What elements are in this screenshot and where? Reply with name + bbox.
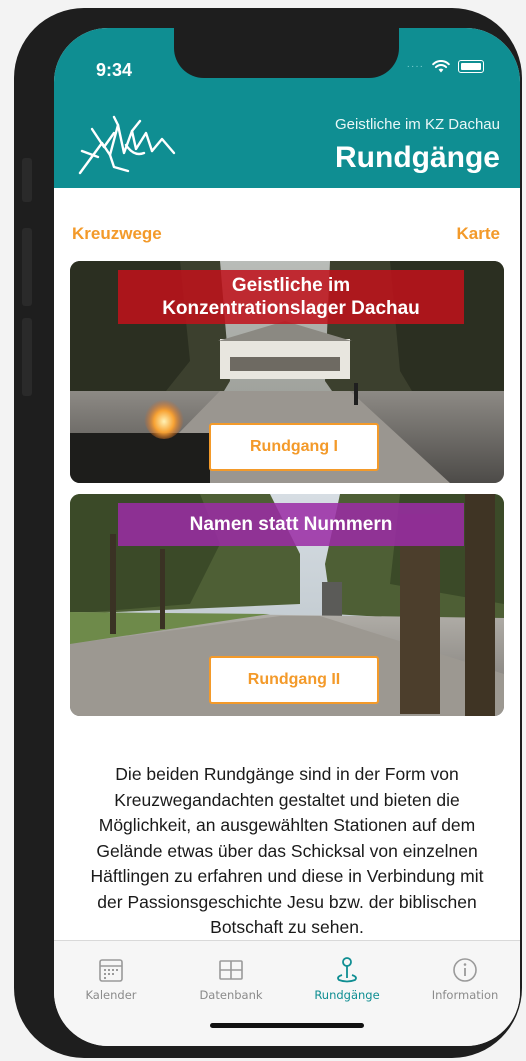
tour-1-banner: Geistliche im Konzentrationslager Dachau (118, 270, 464, 324)
description-text: Die beiden Rundgänge sind in der Form vo… (90, 764, 484, 937)
table-icon (219, 960, 243, 980)
info-icon (453, 958, 477, 982)
screen: 9:34 ···· Geistliche im KZ Dachau Rundgä… (54, 28, 520, 1046)
notch (174, 28, 399, 78)
volume-up-button (22, 228, 32, 306)
tab-kalender-label: Kalender (85, 988, 137, 1002)
battery-icon (458, 60, 484, 73)
logo-icon (78, 115, 176, 175)
status-icons: ···· (407, 60, 484, 73)
rundgang-2-button[interactable]: Rundgang II (209, 656, 379, 704)
home-indicator[interactable] (210, 1023, 364, 1028)
tab-rundgaenge-label: Rundgänge (314, 988, 380, 1002)
tab-rundgaenge[interactable]: Rundgänge (292, 955, 402, 1002)
tour-1-title-line2: Konzentrationslager Dachau (162, 298, 420, 319)
tour-card-1[interactable]: Geistliche im Konzentrationslager Dachau… (70, 261, 504, 483)
signal-icon: ···· (406, 61, 424, 72)
header-subtitle: Geistliche im KZ Dachau (334, 116, 500, 133)
volume-down-button (22, 318, 32, 396)
calendar-icon (99, 959, 123, 982)
tab-information[interactable]: Information (410, 955, 520, 1002)
tab-information-label: Information (431, 988, 499, 1002)
tab-bar: Kalender Datenbank Rundgänge Information (54, 940, 520, 1046)
tour-2-banner: Namen statt Nummern (118, 503, 464, 546)
kreuzwege-link[interactable]: Kreuzwege (72, 224, 162, 244)
tab-kalender[interactable]: Kalender (56, 955, 166, 1002)
status-time: 9:34 (96, 60, 133, 80)
mute-switch (22, 158, 32, 202)
page-title: Rundgänge (335, 141, 500, 174)
map-pin-icon (337, 957, 357, 983)
tab-datenbank[interactable]: Datenbank (176, 955, 286, 1002)
top-links: Kreuzwege Karte (54, 224, 520, 248)
tour-card-2[interactable]: Namen statt Nummern Rundgang II (70, 494, 504, 716)
wifi-icon (432, 60, 450, 73)
phone-frame: 9:34 ···· Geistliche im KZ Dachau Rundgä… (14, 8, 522, 1058)
rundgang-1-button[interactable]: Rundgang I (209, 423, 379, 471)
karte-link[interactable]: Karte (457, 224, 500, 244)
tab-datenbank-label: Datenbank (199, 988, 263, 1002)
tour-2-title: Namen statt Nummern (189, 514, 393, 535)
tour-1-title-line1: Geistliche im (231, 275, 351, 296)
